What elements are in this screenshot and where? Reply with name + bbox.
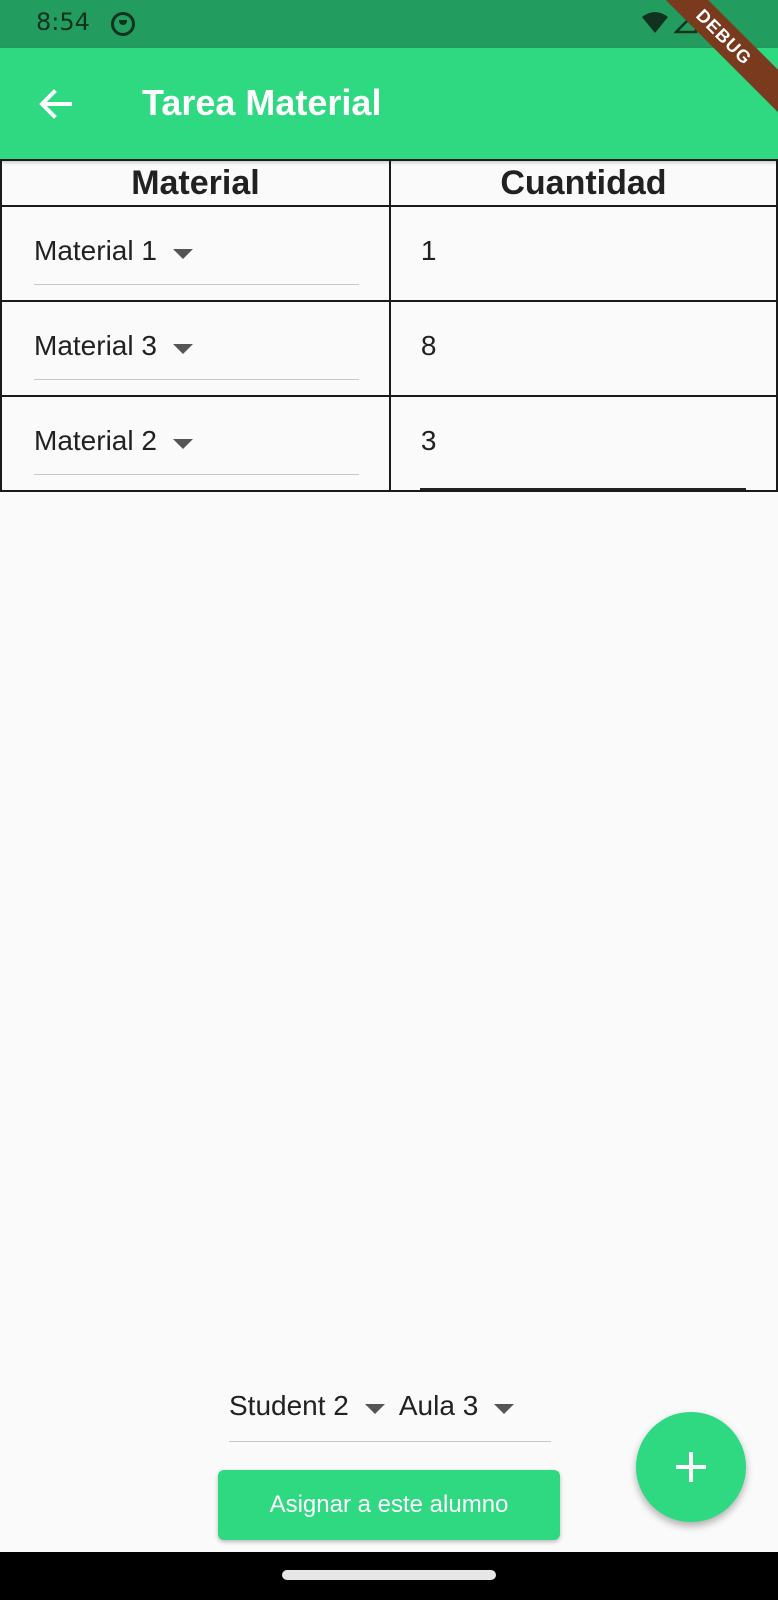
table-header-row: Material Cuantidad	[0, 159, 778, 207]
status-bar: 8:54	[0, 0, 778, 48]
arrow-left-icon	[39, 89, 72, 119]
student-dropdown[interactable]: Student 2	[229, 1390, 385, 1422]
dropdown-arrow-icon	[364, 1404, 385, 1414]
material-dropdown[interactable]: Material 1	[34, 235, 359, 285]
quantity-cell: 8	[388, 300, 778, 397]
table-row: Material 3 8	[0, 300, 778, 397]
app-bar: Tarea Material	[0, 48, 778, 160]
material-dropdown[interactable]: Material 2	[34, 425, 359, 475]
quantity-field[interactable]: 3	[421, 425, 751, 475]
app-notification-icon	[111, 12, 135, 36]
table-row: Material 2 3	[0, 395, 778, 492]
assign-button[interactable]: Asignar a este alumno	[218, 1470, 560, 1540]
material-cell: Material 1	[0, 205, 391, 302]
student-dropdown-value: Student 2	[229, 1390, 349, 1421]
plus-icon	[676, 1452, 706, 1482]
material-dropdown-value: Material 1	[34, 235, 157, 266]
material-dropdown-value: Material 3	[34, 330, 157, 361]
system-nav-bar	[0, 1552, 778, 1600]
back-button[interactable]	[30, 78, 82, 130]
material-dropdown[interactable]: Material 3	[34, 330, 359, 380]
material-cell: Material 2	[0, 395, 391, 492]
assignment-selects: Student 2 Aula 3	[229, 1390, 551, 1442]
dropdown-arrow-icon	[494, 1404, 515, 1414]
dropdown-arrow-icon	[172, 439, 193, 449]
home-gesture-pill[interactable]	[282, 1570, 496, 1580]
material-dropdown-value: Material 2	[34, 425, 157, 456]
quantity-field[interactable]: 1	[421, 235, 751, 285]
page-title: Tarea Material	[142, 82, 382, 123]
dropdown-arrow-icon	[172, 249, 193, 259]
header-quantity: Cuantidad	[388, 159, 778, 207]
table-row: Material 1 1	[0, 205, 778, 302]
status-time: 8:54	[36, 8, 90, 36]
quantity-cell: 3	[388, 395, 778, 492]
header-material: Material	[0, 159, 391, 207]
quantity-cell: 1	[388, 205, 778, 302]
wifi-icon	[642, 12, 668, 33]
material-cell: Material 3	[0, 300, 391, 397]
dropdown-arrow-icon	[172, 344, 193, 354]
classroom-dropdown-value: Aula 3	[398, 1390, 479, 1421]
add-material-button[interactable]	[636, 1412, 746, 1522]
quantity-field-underline	[420, 488, 746, 490]
materials-table: Material Cuantidad Material 1 1 Material…	[0, 159, 778, 492]
classroom-dropdown[interactable]: Aula 3	[398, 1390, 515, 1422]
quantity-field[interactable]: 8	[421, 330, 751, 380]
